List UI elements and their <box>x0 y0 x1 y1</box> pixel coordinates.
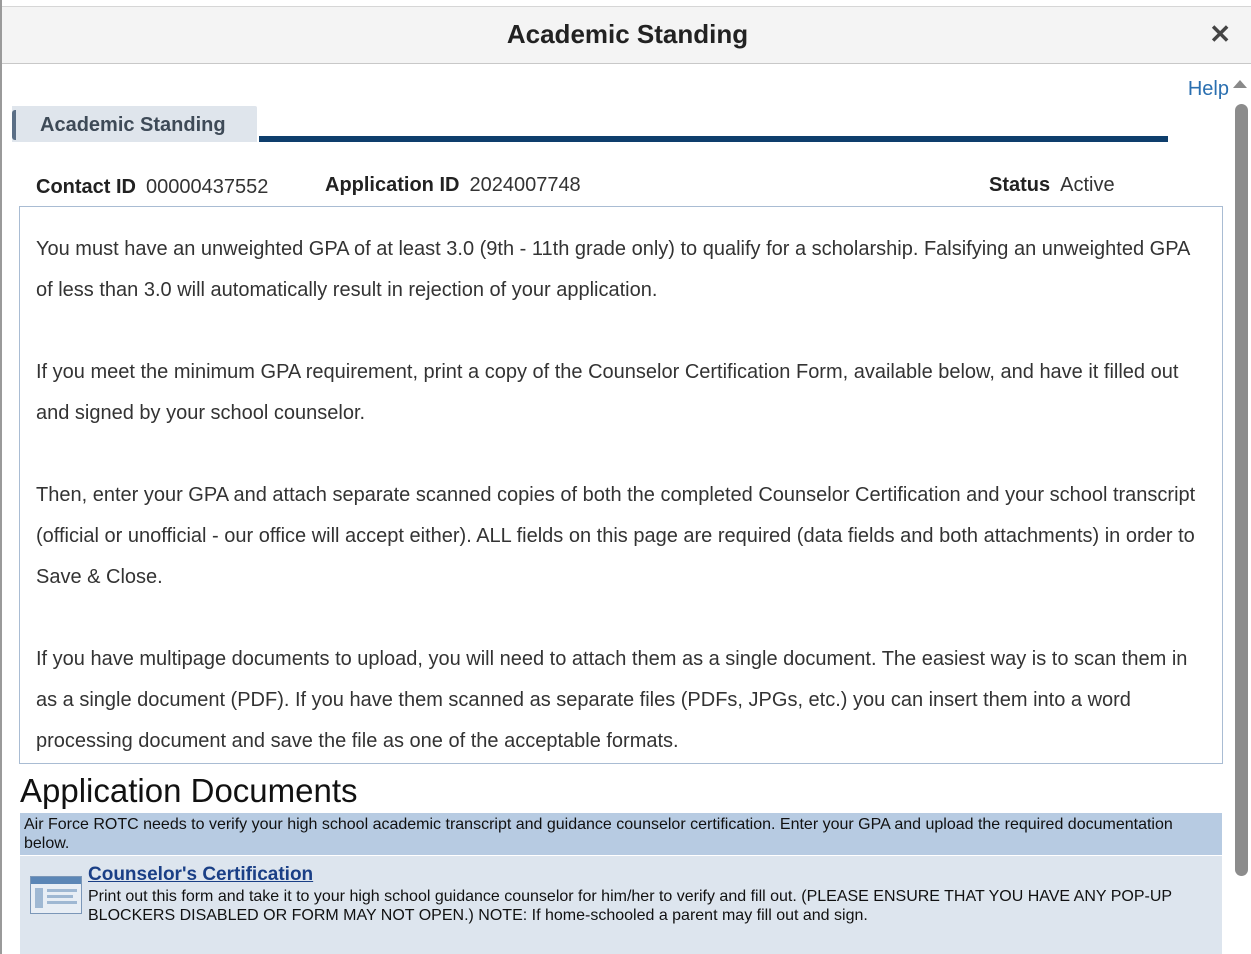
tab-academic-standing[interactable]: Academic Standing <box>12 106 257 142</box>
tab-strip: Academic Standing <box>12 106 1168 144</box>
status-field: Status Active <box>989 174 1115 197</box>
contact-id-value: 00000437552 <box>146 176 269 198</box>
application-id-field: Application ID 2024007748 <box>325 174 581 197</box>
tab-edge <box>12 110 16 140</box>
contact-id-field: Contact ID 00000437552 <box>36 176 268 199</box>
scroll-up-arrow-icon[interactable] <box>1233 80 1247 88</box>
contact-id-label: Contact ID <box>36 176 136 198</box>
document-item: Counselor's Certification Print out this… <box>20 856 1222 954</box>
close-icon[interactable]: ✕ <box>1209 19 1231 50</box>
help-link[interactable]: Help <box>1188 78 1229 101</box>
modal-window: Academic Standing ✕ Help Academic Standi… <box>0 0 1251 954</box>
modal-titlebar: Academic Standing ✕ <box>2 6 1251 64</box>
application-info-row: Contact ID 00000437552 Application ID 2024… <box>36 174 1136 204</box>
application-id-label: Application ID <box>325 174 460 196</box>
modal-title: Academic Standing <box>506 19 749 49</box>
form-document-icon <box>30 876 82 914</box>
status-label: Status <box>989 174 1051 196</box>
instructions-box: You must have an unweighted GPA of at le… <box>19 206 1223 764</box>
tab-underline <box>259 136 1168 142</box>
vertical-scrollbar[interactable] <box>1229 74 1251 954</box>
application-id-value: 2024007748 <box>469 174 581 196</box>
instruction-paragraph: You must have an unweighted GPA of at le… <box>36 238 1190 301</box>
tab-label: Academic Standing <box>40 114 226 136</box>
counselor-certification-link[interactable]: Counselor's Certification <box>88 864 313 886</box>
instruction-paragraph: If you meet the minimum GPA requirement,… <box>36 361 1179 424</box>
application-documents-note: Air Force ROTC needs to verify your high… <box>20 813 1222 855</box>
document-description: Print out this form and take it to your … <box>88 888 1172 924</box>
scroll-thumb[interactable] <box>1235 104 1248 876</box>
application-documents-heading: Application Documents <box>20 772 358 809</box>
instruction-paragraph: Then, enter your GPA and attach separate… <box>36 484 1196 588</box>
instruction-paragraph: If you have multipage documents to uploa… <box>36 648 1188 752</box>
status-value: Active <box>1060 174 1115 196</box>
